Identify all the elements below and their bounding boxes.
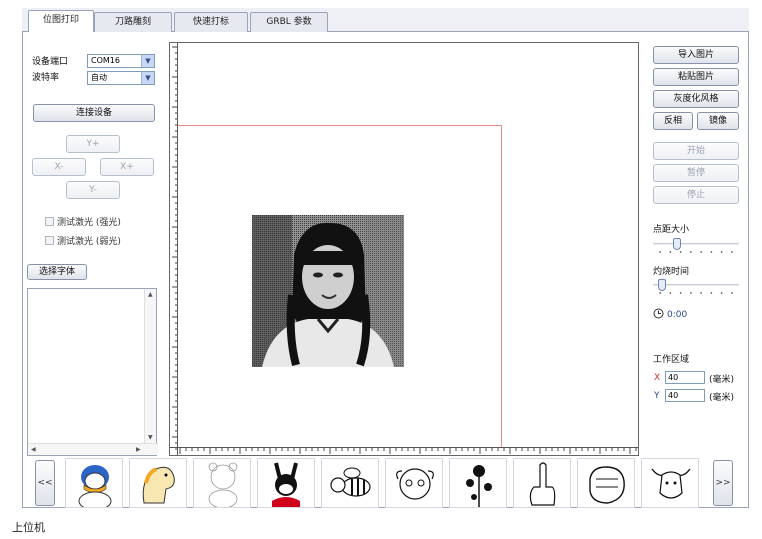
mirror-button[interactable]: 镜像 <box>697 112 739 130</box>
work-area-top-edge <box>178 125 501 126</box>
y-label: Y <box>654 391 660 401</box>
test-laser-weak-checkbox[interactable]: 测试激光 (弱光) <box>45 234 121 247</box>
test-laser-strong-label: 测试激光 (强光) <box>57 218 121 228</box>
thumbnail-bull[interactable] <box>641 458 699 508</box>
slider-ticks <box>655 251 737 253</box>
horizontal-ruler <box>170 447 638 454</box>
portrait-image[interactable] <box>252 215 404 367</box>
slider-thumb[interactable] <box>673 238 681 250</box>
sheep-icon <box>396 468 434 500</box>
grayscale-style-button[interactable]: 灰度化风格 <box>653 90 739 108</box>
horizontal-scrollbar[interactable]: ◀ ▶ <box>28 443 158 455</box>
jog-y-minus-button[interactable]: Y- <box>66 181 120 199</box>
baud-label: 波特率 <box>32 73 60 83</box>
rabbit-icon <box>272 462 300 507</box>
bull-icon <box>651 468 691 499</box>
clock-icon <box>653 308 664 319</box>
test-laser-weak-label: 测试激光 (弱光) <box>57 237 121 247</box>
work-area-right-edge <box>501 125 502 447</box>
connect-button[interactable]: 连接设备 <box>33 104 155 122</box>
dot-size-slider[interactable] <box>653 238 739 254</box>
thumbnail-bear[interactable] <box>193 458 251 508</box>
pause-button[interactable]: 暂停 <box>653 164 739 182</box>
thumbnail-fist[interactable] <box>577 458 635 508</box>
jog-x-plus-button[interactable]: X+ <box>100 158 154 176</box>
chevron-down-icon: ▼ <box>141 72 154 84</box>
select-font-button[interactable]: 选择字体 <box>27 264 87 280</box>
port-value: COM16 <box>91 56 120 65</box>
bee-icon <box>330 467 371 497</box>
slider-track <box>653 243 739 245</box>
slider-thumb[interactable] <box>658 279 666 291</box>
port-label: 设备端口 <box>32 57 69 67</box>
baud-value: 自动 <box>91 73 107 82</box>
import-image-button[interactable]: 导入图片 <box>653 46 739 64</box>
baud-select[interactable]: 自动 ▼ <box>87 71 155 85</box>
y-unit-label: (毫米) <box>709 393 735 403</box>
fist-icon <box>589 466 625 504</box>
scroll-right-icon[interactable]: ▶ <box>136 446 141 453</box>
tab-bitmap-print[interactable]: 位图打印 <box>28 10 94 33</box>
main-panel: 设备端口 COM16 ▼ 波特率 自动 ▼ 连接设备 Y+ X- X+ Y- 测… <box>22 32 749 508</box>
duck-icon <box>78 465 112 507</box>
chevron-down-icon: ▼ <box>141 55 154 67</box>
invert-button[interactable]: 反相 <box>653 112 693 130</box>
bear-icon <box>208 462 238 507</box>
thumbnail-sheep[interactable] <box>385 458 443 508</box>
thumbnail-rabbit[interactable] <box>257 458 315 508</box>
thumbnail-strip: << >> <box>23 458 750 508</box>
stop-button[interactable]: 停止 <box>653 186 739 204</box>
tab-path-engrave[interactable]: 刀路雕刻 <box>94 12 172 32</box>
burn-time-slider[interactable] <box>653 279 739 295</box>
thumbnail-finger[interactable] <box>513 458 571 508</box>
work-area-y-input[interactable]: 40 <box>665 389 705 402</box>
thumbnails-next-button[interactable]: >> <box>713 460 733 506</box>
tab-bar: 位图打印 刀路雕刻 快速打标 GRBL 参数 <box>22 8 749 33</box>
jog-x-minus-button[interactable]: X- <box>32 158 86 176</box>
thumbnail-flower[interactable] <box>449 458 507 508</box>
x-label: X <box>654 373 661 383</box>
flower-icon <box>466 465 492 507</box>
burn-time-label: 灼烧时间 <box>653 267 690 277</box>
paste-image-button[interactable]: 粘贴图片 <box>653 68 739 86</box>
thumbnail-bee[interactable] <box>321 458 379 508</box>
scroll-left-icon[interactable]: ◀ <box>31 446 36 453</box>
dot-size-label: 点距大小 <box>653 225 690 235</box>
tab-quick-mark[interactable]: 快速打标 <box>174 12 248 32</box>
thumbnail-horse[interactable] <box>129 458 187 508</box>
checkbox-box <box>45 217 54 226</box>
start-button[interactable]: 开始 <box>653 142 739 160</box>
work-area-label: 工作区域 <box>653 355 690 365</box>
port-select[interactable]: COM16 ▼ <box>87 54 155 68</box>
tab-grbl-params[interactable]: GRBL 参数 <box>250 12 328 32</box>
text-input-area[interactable]: ▲ ▼ ◀ ▶ <box>27 288 158 456</box>
thumbnail-duck[interactable] <box>65 458 123 508</box>
vertical-scrollbar[interactable]: ▲ ▼ <box>144 289 156 443</box>
x-unit-label: (毫米) <box>709 375 735 385</box>
test-laser-strong-checkbox[interactable]: 测试激光 (强光) <box>45 215 121 228</box>
jog-y-plus-button[interactable]: Y+ <box>66 135 120 153</box>
scroll-down-icon[interactable]: ▼ <box>148 434 153 441</box>
thumbnails-prev-button[interactable]: << <box>35 460 55 506</box>
timer: 0:00 <box>653 308 687 320</box>
slider-ticks <box>655 292 737 294</box>
scroll-up-icon[interactable]: ▲ <box>148 291 153 298</box>
checkbox-box <box>45 236 54 245</box>
caption: 上位机 <box>12 521 45 534</box>
work-area-x-input[interactable]: 40 <box>665 371 705 384</box>
app-window: 位图打印 刀路雕刻 快速打标 GRBL 参数 设备端口 COM16 ▼ 波特率 … <box>22 8 749 508</box>
horse-icon <box>142 466 175 504</box>
vertical-ruler <box>172 43 178 455</box>
timer-value: 0:00 <box>667 310 688 320</box>
finger-icon <box>529 462 556 506</box>
engrave-canvas[interactable] <box>169 42 639 456</box>
